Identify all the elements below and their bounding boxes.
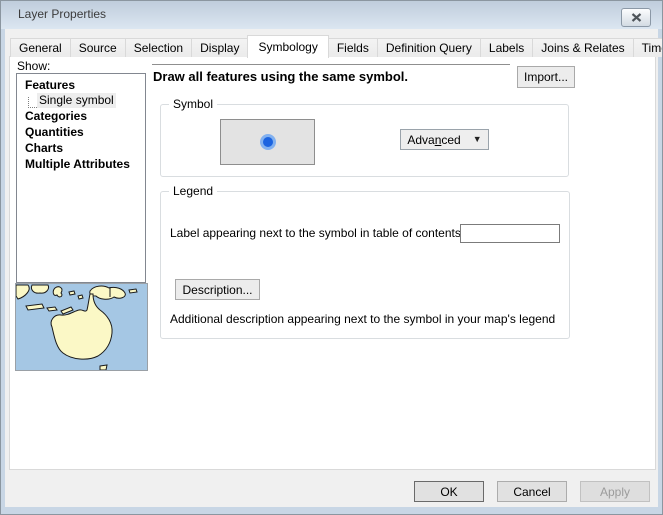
tab-display[interactable]: Display — [191, 38, 248, 57]
tab-labels[interactable]: Labels — [480, 38, 533, 57]
tree-item-multiple-attributes[interactable]: Multiple Attributes — [17, 156, 145, 172]
tab-source[interactable]: Source — [70, 38, 126, 57]
import-button[interactable]: Import... — [517, 66, 575, 88]
legend-label-text: Label appearing next to the symbol in ta… — [170, 226, 464, 240]
tab-time[interactable]: Time — [633, 38, 663, 57]
tree-item-features[interactable]: Features — [17, 77, 145, 93]
tab-definition-query[interactable]: Definition Query — [377, 38, 481, 57]
tab-symbology[interactable]: Symbology — [247, 35, 328, 58]
tab-strip: General Source Selection Display Symbolo… — [10, 34, 663, 57]
map-preview — [15, 283, 148, 371]
cancel-button[interactable]: Cancel — [497, 481, 567, 502]
title-bar[interactable]: Layer Properties — [1, 1, 662, 29]
tab-joins-relates[interactable]: Joins & Relates — [532, 38, 633, 57]
advanced-label: Advanced — [407, 133, 460, 147]
map-preview-image — [16, 284, 147, 370]
close-icon — [631, 13, 642, 22]
renderer-description: Draw all features using the same symbol. — [153, 69, 408, 84]
window-frame-right — [658, 29, 662, 514]
advanced-dropdown-button[interactable]: Advanced ▼ — [400, 129, 489, 150]
dropdown-arrow-icon: ▼ — [473, 135, 482, 144]
tab-general[interactable]: General — [10, 38, 71, 57]
header-divider — [152, 64, 510, 65]
tree-item-single-symbol[interactable]: Single symbol — [17, 93, 145, 108]
tree-item-categories[interactable]: Categories — [17, 108, 145, 124]
window-frame-left — [1, 29, 5, 514]
window-title: Layer Properties — [18, 1, 106, 28]
window-frame-bottom — [1, 507, 662, 514]
layer-properties-dialog: Layer Properties General Source Selectio… — [0, 0, 663, 515]
tab-selection[interactable]: Selection — [125, 38, 192, 57]
symbology-tab-page: Show: Features Single symbol Categories … — [9, 56, 656, 470]
symbol-group-title: Symbol — [169, 97, 217, 111]
tree-connector-icon — [28, 97, 37, 108]
description-button[interactable]: Description... — [175, 279, 260, 300]
tree-item-quantities[interactable]: Quantities — [17, 124, 145, 140]
symbol-button[interactable] — [220, 119, 315, 165]
tree-item-charts[interactable]: Charts — [17, 140, 145, 156]
close-button[interactable] — [621, 8, 651, 27]
apply-button[interactable]: Apply — [580, 481, 650, 502]
point-symbol-icon — [257, 131, 279, 153]
show-label: Show: — [17, 59, 50, 73]
ok-button[interactable]: OK — [414, 481, 484, 502]
legend-label-input[interactable] — [460, 224, 560, 243]
tab-fields[interactable]: Fields — [328, 38, 378, 57]
renderer-tree: Features Single symbol Categories Quanti… — [16, 73, 146, 283]
legend-additional-text: Additional description appearing next to… — [170, 312, 555, 326]
legend-group-title: Legend — [169, 184, 217, 198]
